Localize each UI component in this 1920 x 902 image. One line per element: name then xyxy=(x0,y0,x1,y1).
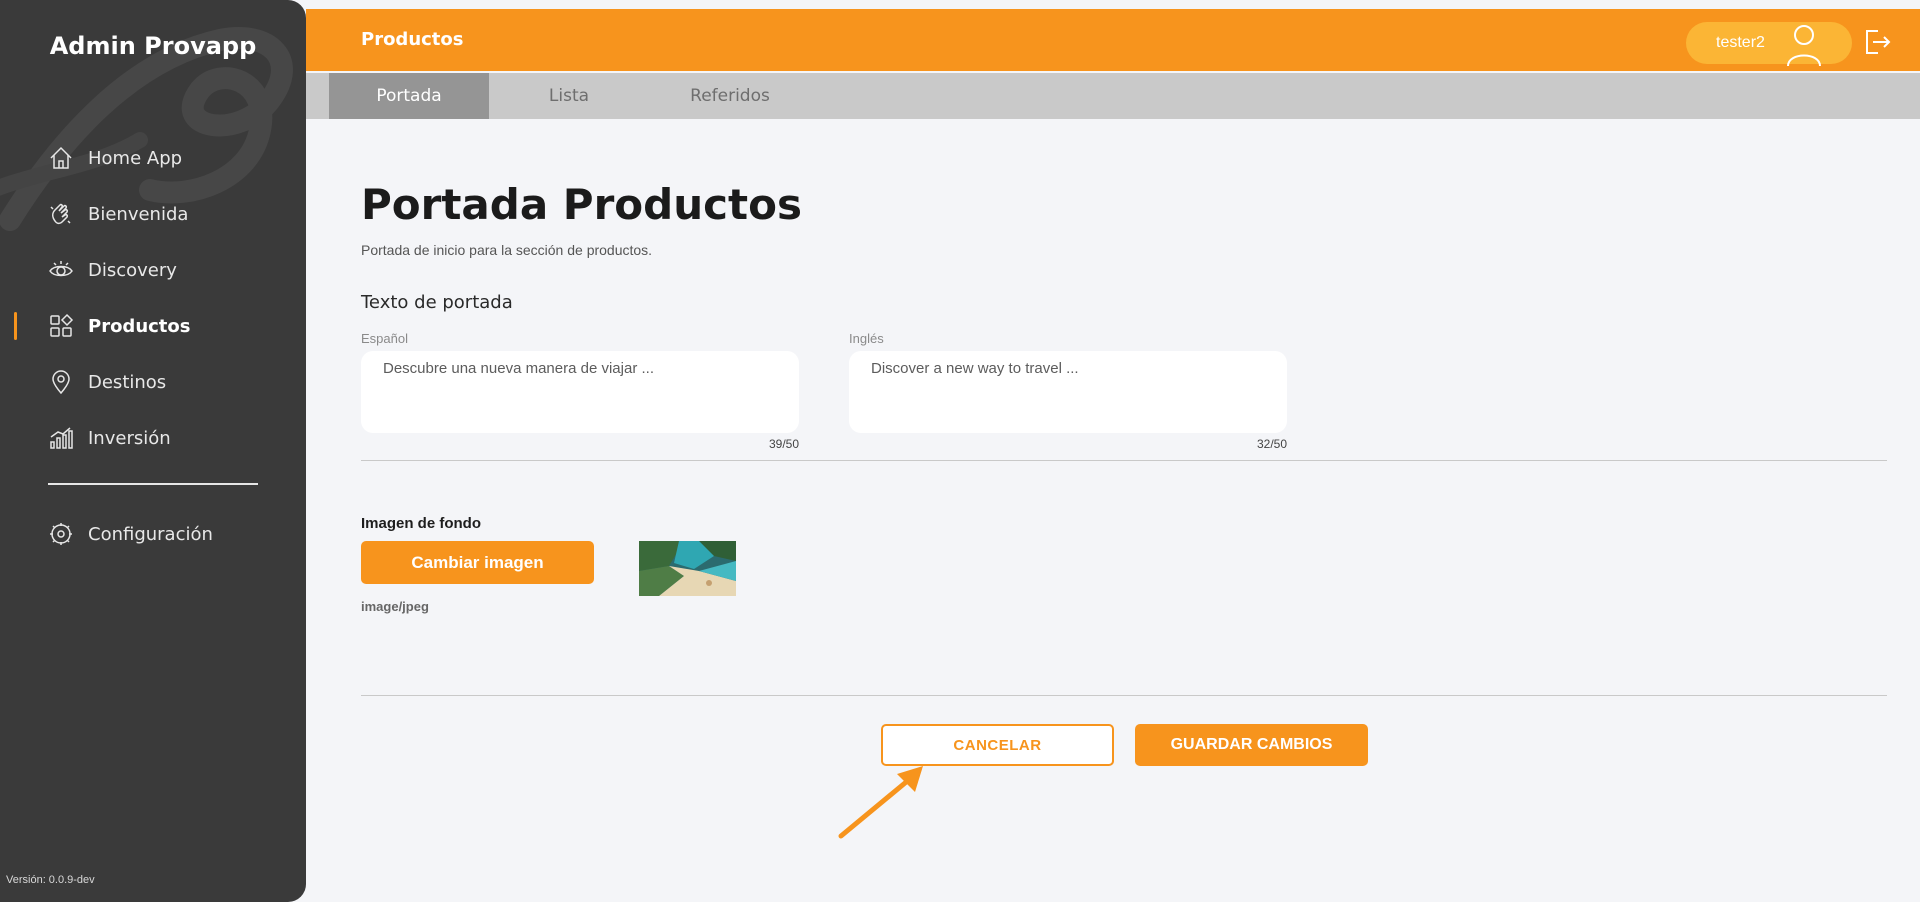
bar-chart-icon xyxy=(48,425,74,451)
sidebar-item-configuracion[interactable]: Configuración xyxy=(0,506,306,562)
sidebar-item-home-app[interactable]: Home App xyxy=(0,130,306,186)
sidebar-item-label: Discovery xyxy=(88,259,177,281)
tab-bar: Portada Lista Referidos xyxy=(306,73,1920,119)
image-mime-type: image/jpeg xyxy=(361,599,429,614)
map-pin-icon xyxy=(48,369,74,395)
sidebar-nav: Home App Bienvenida Discovery Productos xyxy=(0,130,306,466)
user-avatar-icon xyxy=(1787,25,1821,66)
change-image-button[interactable]: Cambiar imagen xyxy=(361,541,594,584)
eye-icon xyxy=(48,257,74,283)
sidebar: Admin Provapp Home App Bienvenida Discov… xyxy=(0,0,306,902)
gear-icon xyxy=(48,521,74,547)
english-char-counter: 32/50 xyxy=(1256,437,1287,451)
sidebar-item-label: Home App xyxy=(88,147,183,169)
section-divider xyxy=(361,460,1887,461)
user-menu-button[interactable]: tester2 xyxy=(1686,22,1852,66)
spanish-text-field[interactable]: Descubre una nueva manera de viajar ... xyxy=(361,351,799,433)
footer-divider xyxy=(361,695,1887,696)
waving-hand-icon xyxy=(48,201,74,227)
home-icon xyxy=(48,145,74,171)
background-image-label: Imagen de fondo xyxy=(361,515,481,532)
tab-lista[interactable]: Lista xyxy=(489,73,649,119)
tab-referidos[interactable]: Referidos xyxy=(650,73,810,119)
sidebar-item-discovery[interactable]: Discovery xyxy=(0,242,306,298)
grid-shapes-icon xyxy=(48,313,74,339)
logout-icon[interactable] xyxy=(1862,27,1892,57)
english-text-field[interactable]: Discover a new way to travel ... xyxy=(849,351,1287,433)
sidebar-divider xyxy=(48,483,258,485)
version-label: Versión: 0.0.9-dev xyxy=(6,874,95,886)
sidebar-item-label: Destinos xyxy=(88,371,167,393)
sidebar-item-bienvenida[interactable]: Bienvenida xyxy=(0,186,306,242)
brand-title: Admin Provapp xyxy=(49,32,257,60)
spanish-field-label: Español xyxy=(361,331,408,346)
page-subtitle: Portada de inicio para la sección de pro… xyxy=(361,242,653,258)
save-changes-button[interactable]: GUARDAR CAMBIOS xyxy=(1135,724,1368,766)
page-title: Portada Productos xyxy=(361,180,802,229)
header-title: Productos xyxy=(361,29,464,50)
sidebar-item-label: Configuración xyxy=(88,523,213,545)
section-title: Texto de portada xyxy=(361,292,513,313)
username: tester2 xyxy=(1716,34,1765,51)
sidebar-item-label: Inversión xyxy=(88,427,171,449)
sidebar-config-group: Configuración xyxy=(0,506,306,562)
tab-portada[interactable]: Portada xyxy=(329,73,489,119)
sidebar-item-productos[interactable]: Productos xyxy=(0,298,306,354)
app-root: Admin Provapp Home App Bienvenida Discov… xyxy=(0,0,1920,902)
top-header: Productos tester2 xyxy=(306,9,1920,71)
annotation-arrow xyxy=(838,766,923,839)
sidebar-item-destinos[interactable]: Destinos xyxy=(0,354,306,410)
english-field-label: Inglés xyxy=(849,331,884,346)
sidebar-item-inversion[interactable]: Inversión xyxy=(0,410,306,466)
sidebar-item-label: Bienvenida xyxy=(88,203,189,225)
spanish-char-counter: 39/50 xyxy=(768,437,799,451)
sidebar-item-label: Productos xyxy=(88,315,191,337)
background-image-thumbnail xyxy=(639,541,736,596)
